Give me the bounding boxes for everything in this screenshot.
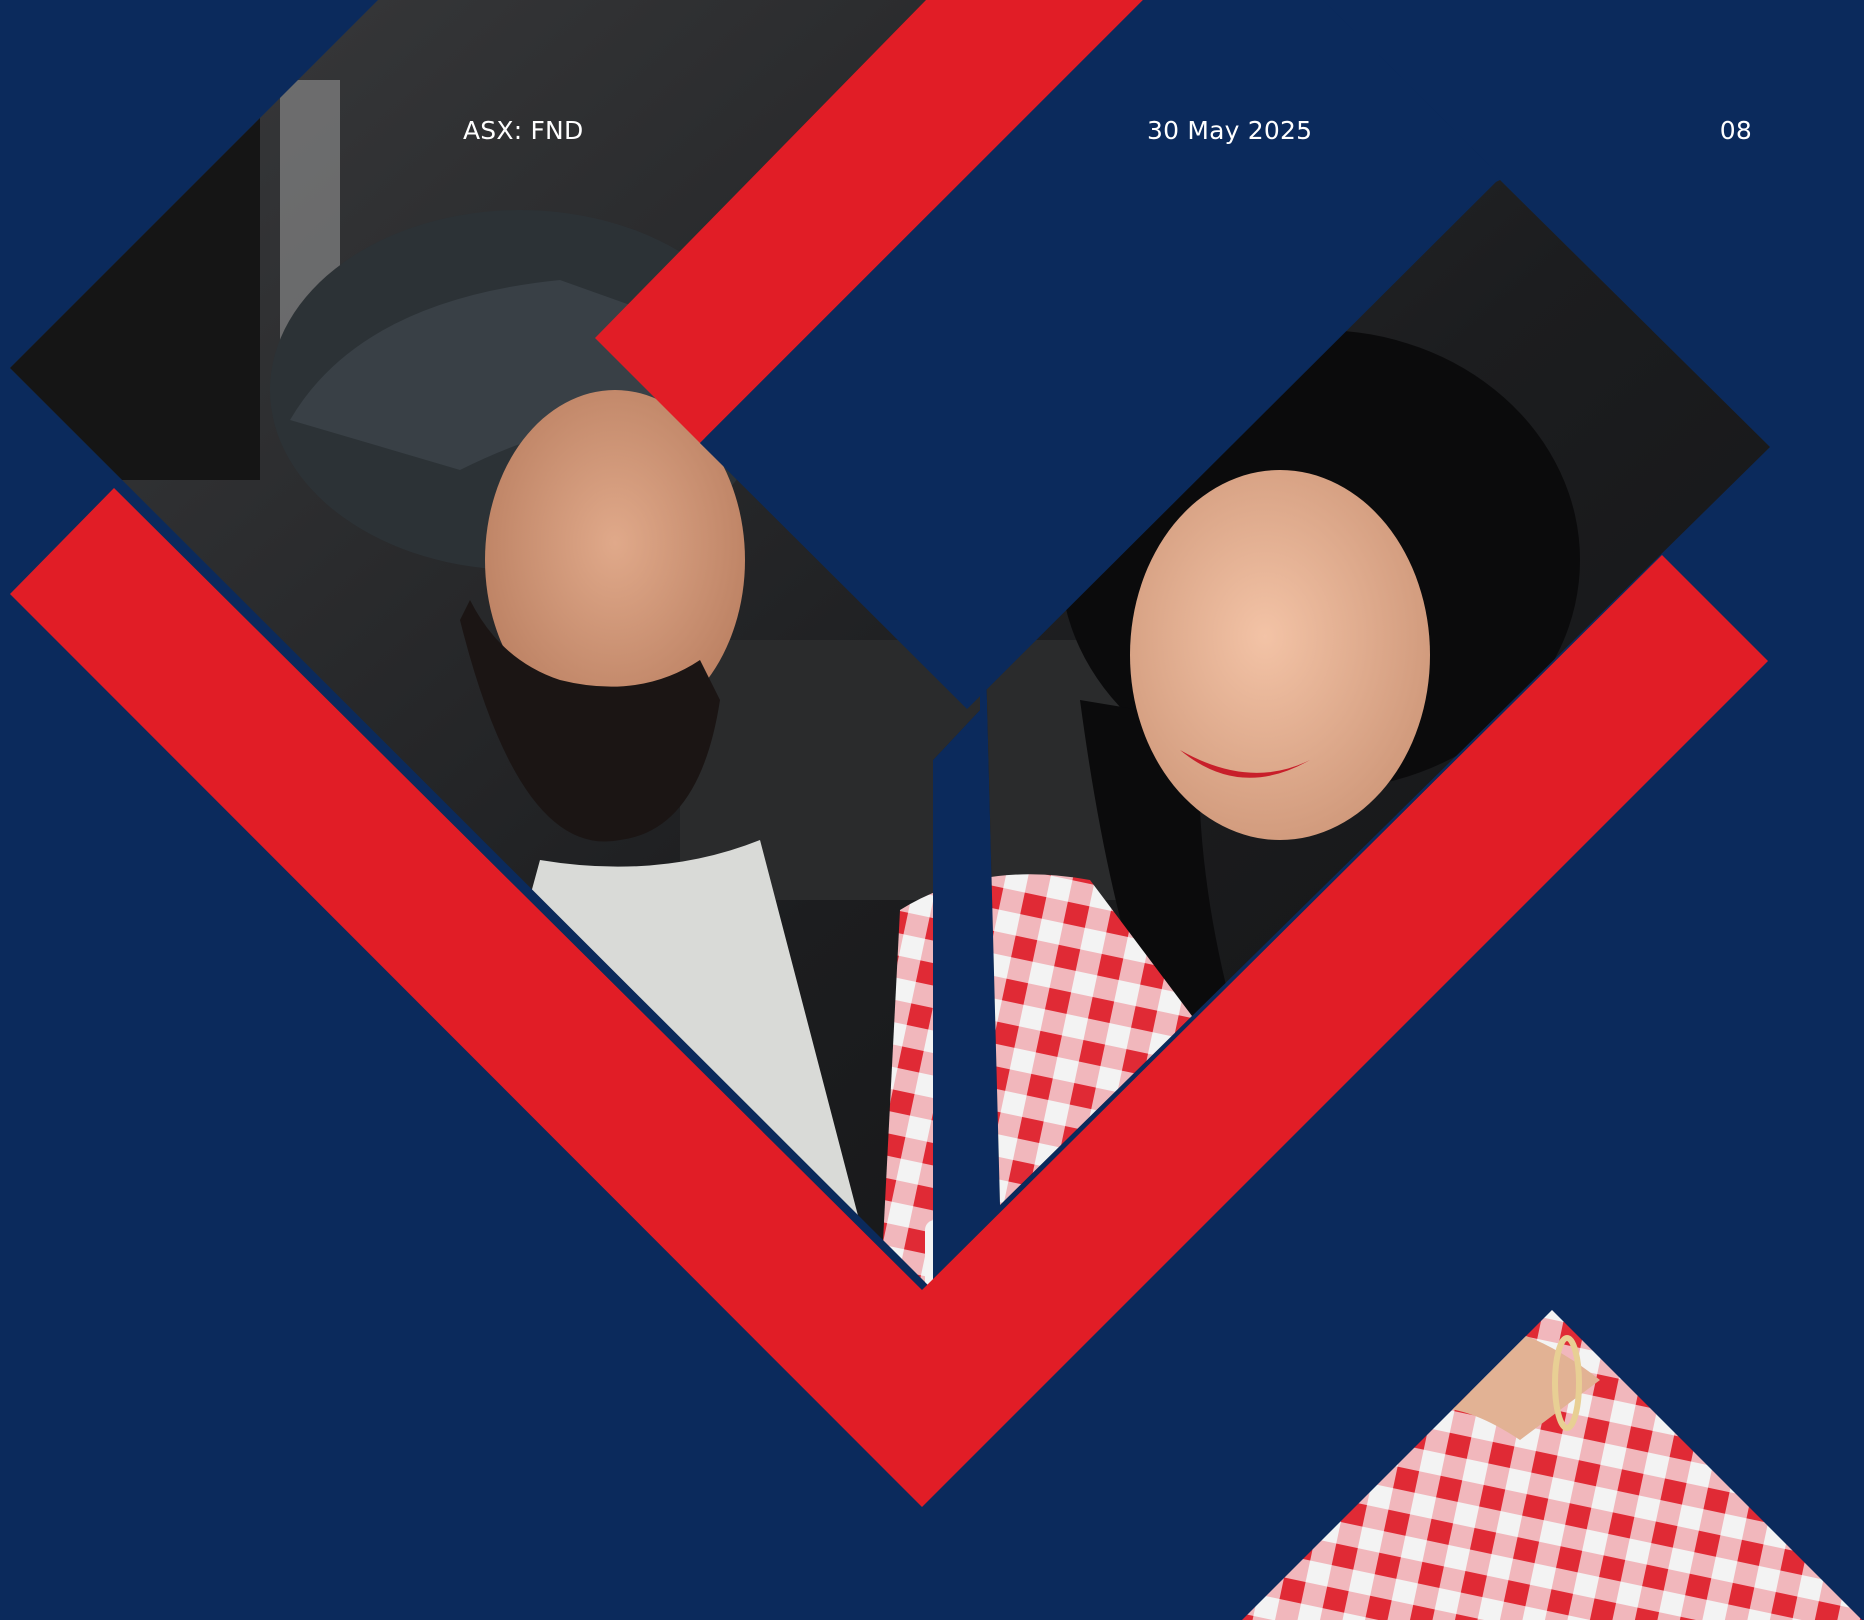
ticker-label: ASX: FND — [463, 116, 584, 145]
report-date: 30 May 2025 — [1147, 116, 1313, 145]
page: ASX: FND 30 May 2025 08 — [0, 0, 1864, 1620]
diamond-graphic — [10, 0, 1864, 1620]
page-number: 08 — [1719, 116, 1752, 145]
checked-fabric-photo — [1240, 1310, 1864, 1620]
